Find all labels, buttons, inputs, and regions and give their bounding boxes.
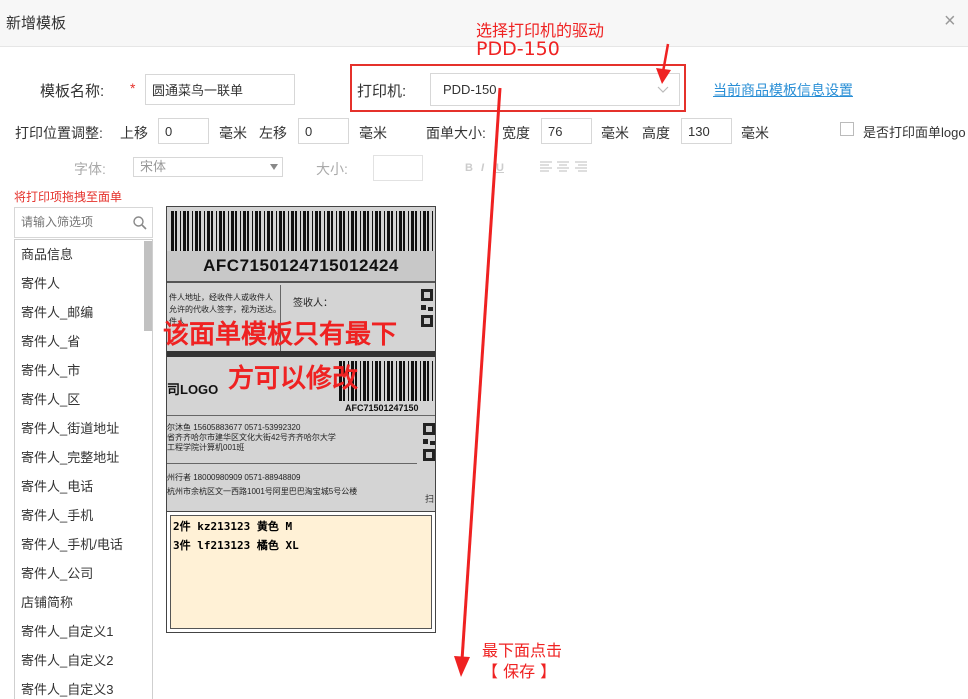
- font-label: 字体:: [74, 161, 106, 177]
- font-size-label: 大小:: [316, 161, 348, 177]
- text-align-icons[interactable]: [540, 161, 590, 173]
- list-item[interactable]: 寄件人_完整地址: [15, 443, 152, 472]
- list-item[interactable]: 寄件人_市: [15, 356, 152, 385]
- qr-code-icon: [421, 289, 433, 327]
- goods-template-settings-link[interactable]: 当前商品模板信息设置: [713, 80, 853, 100]
- qr-code-icon: [423, 423, 435, 461]
- required-mark: *: [130, 80, 136, 96]
- list-scrollbar[interactable]: [144, 241, 152, 331]
- print-logo-checkbox[interactable]: [840, 122, 854, 136]
- list-item[interactable]: 寄件人_省: [15, 327, 152, 356]
- print-logo-label: 是否打印面单logo: [863, 125, 966, 140]
- list-item[interactable]: 寄件人_自定义1: [15, 617, 152, 646]
- waybill-tracking-number: AFC7150124715012424: [167, 251, 435, 281]
- annotation-driver-name: PDD-150: [476, 38, 560, 60]
- waybill-recipient-info: 州行者 18000980909 0571-88948809 杭州市余杭区文一西路…: [167, 473, 358, 496]
- filter-search-box[interactable]: [14, 207, 153, 238]
- left-offset-input[interactable]: [298, 118, 349, 144]
- width-unit: 毫米: [601, 125, 629, 141]
- up-offset-input[interactable]: [158, 118, 209, 144]
- up-unit: 毫米: [219, 125, 247, 141]
- list-item[interactable]: 寄件人_手机/电话: [15, 530, 152, 559]
- left-label: 左移: [259, 125, 287, 141]
- waybill-tracking-number-small: AFC71501247150: [345, 403, 419, 413]
- up-label: 上移: [120, 125, 148, 141]
- chevron-down-icon: [657, 86, 669, 93]
- waybill-logo-text: 司LOGO: [167, 382, 219, 397]
- list-item[interactable]: 寄件人: [15, 269, 152, 298]
- left-unit: 毫米: [359, 125, 387, 141]
- list-item[interactable]: 寄件人_邮编: [15, 298, 152, 327]
- font-select-value: 宋体: [140, 159, 167, 174]
- filter-search-input[interactable]: [21, 208, 121, 235]
- font-select[interactable]: 宋体: [133, 157, 283, 177]
- bold-icon[interactable]: B: [465, 162, 473, 174]
- printer-select-value: PDD-150: [443, 82, 497, 97]
- underline-icon[interactable]: U: [496, 162, 504, 174]
- waybill-sender-info: 尔沐鱼 15605883677 0571-53992320 省齐齐哈尔市建华区文…: [167, 423, 336, 452]
- list-item[interactable]: 寄件人_公司: [15, 559, 152, 588]
- list-item[interactable]: 寄件人_手机: [15, 501, 152, 530]
- waybill-side-char: 扫: [425, 494, 435, 504]
- size-label: 面单大小:: [426, 125, 486, 141]
- list-item[interactable]: 商品信息: [15, 240, 152, 269]
- annotation-bottom-line2: 【 保存 】: [482, 662, 557, 681]
- annotation-template-note-1: 该面单模板只有最下: [163, 320, 398, 350]
- list-item[interactable]: 店铺简称: [15, 588, 152, 617]
- offset-label: 打印位置调整:: [15, 125, 103, 141]
- close-icon[interactable]: ×: [944, 10, 956, 33]
- dialog-title: 新增模板: [6, 15, 67, 32]
- annotation-template-note-2: 方可以修改: [228, 364, 359, 394]
- printer-select[interactable]: PDD-150: [430, 73, 680, 106]
- height-unit: 毫米: [741, 125, 769, 141]
- search-icon[interactable]: [133, 216, 147, 230]
- printer-label: 打印机:: [357, 83, 407, 100]
- list-item[interactable]: 寄件人_街道地址: [15, 414, 152, 443]
- list-item[interactable]: 寄件人_自定义2: [15, 646, 152, 675]
- list-item[interactable]: 寄件人_电话: [15, 472, 152, 501]
- width-label: 宽度: [502, 125, 530, 141]
- goods-line-1: 2件 kz213123 黄色 M: [173, 520, 293, 533]
- list-item[interactable]: 寄件人_自定义3: [15, 675, 152, 699]
- italic-icon[interactable]: I: [481, 162, 484, 174]
- drag-hint: 将打印项拖拽至面单: [14, 190, 123, 204]
- template-name-input[interactable]: [145, 74, 295, 105]
- print-items-list: 商品信息 寄件人 寄件人_邮编 寄件人_省 寄件人_市 寄件人_区 寄件人_街道地址 寄件人_…: [14, 239, 153, 699]
- caret-down-icon: [270, 164, 278, 170]
- template-name-label: 模板名称:: [40, 83, 105, 100]
- height-label: 高度: [642, 125, 670, 141]
- goods-info-box[interactable]: 2件 kz213123 黄色 M 3件 lf213123 橘色 XL: [166, 511, 436, 633]
- font-size-input[interactable]: [373, 155, 423, 181]
- list-item[interactable]: 寄件人_区: [15, 385, 152, 414]
- height-input[interactable]: [681, 118, 732, 144]
- width-input[interactable]: [541, 118, 592, 144]
- goods-line-2: 3件 lf213123 橘色 XL: [173, 539, 299, 552]
- waybill-sign-label: 签收人：: [293, 298, 333, 309]
